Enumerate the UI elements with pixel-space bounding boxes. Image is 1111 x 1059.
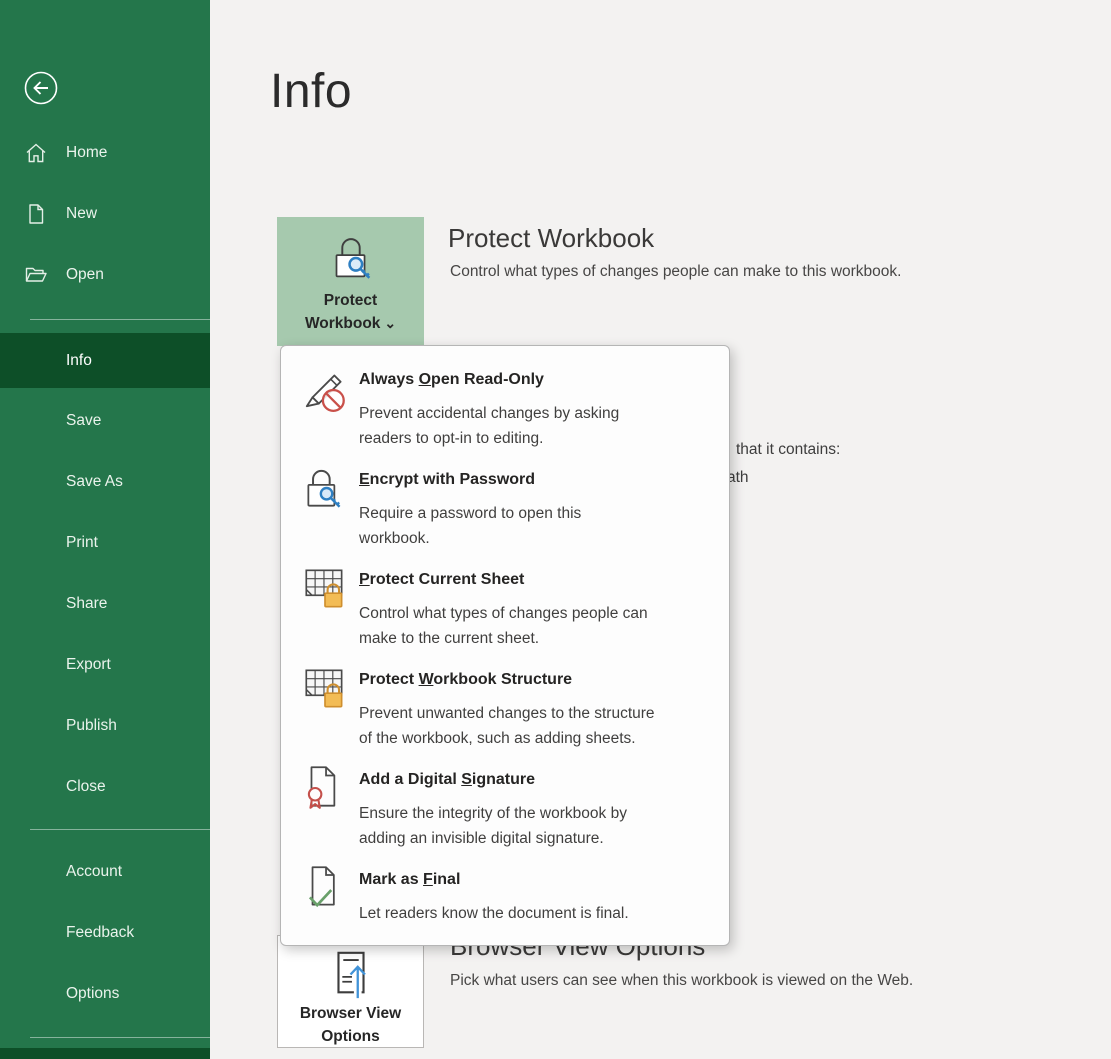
menu-item-description: Require a password to open this workbook…	[359, 501, 581, 551]
sidebar-divider	[30, 1037, 210, 1038]
sidebar-item-label: Info	[66, 352, 92, 370]
sheet-lock-icon	[299, 562, 351, 614]
menu-item-title: Always Open Read-Only	[359, 371, 544, 389]
pencil-blocked-icon	[299, 362, 351, 414]
sidebar-item-options[interactable]: Options	[0, 979, 210, 1009]
sidebar-divider	[30, 319, 210, 320]
digital-signature-icon	[299, 762, 351, 814]
sidebar-item-label: Open	[66, 266, 104, 284]
inspect-text-fragment: that it contains:	[736, 441, 840, 459]
sidebar-item-label: Save As	[66, 473, 123, 491]
open-folder-icon	[24, 263, 48, 287]
menu-item-description: Prevent unwanted changes to the structur…	[359, 701, 655, 751]
protect-section-heading: Protect Workbook	[448, 223, 654, 254]
sidebar-item-label: Feedback	[66, 924, 134, 942]
sidebar-item-label: Share	[66, 595, 107, 613]
chevron-down-icon: ⌄	[380, 315, 396, 331]
menu-item-title: Encrypt with Password	[359, 471, 535, 489]
sidebar-item-label: Publish	[66, 717, 117, 735]
inspect-bullet-fragment: ath	[727, 469, 749, 487]
protect-workbook-button[interactable]: Protect Workbook ⌄	[277, 217, 424, 346]
sidebar-bottom-strip	[0, 1048, 210, 1059]
lock-key-icon	[322, 229, 380, 287]
sidebar-item-label: Close	[66, 778, 106, 796]
menu-item-always-open-read-only[interactable]: Always Open Read-Only Prevent accidental…	[281, 358, 729, 458]
sidebar-item-feedback[interactable]: Feedback	[0, 918, 210, 948]
menu-item-add-digital-signature[interactable]: Add a Digital Signature Ensure the integ…	[281, 758, 729, 858]
menu-item-protect-current-sheet[interactable]: Protect Current Sheet Control what types…	[281, 558, 729, 658]
menu-item-encrypt-with-password[interactable]: Encrypt with Password Require a password…	[281, 458, 729, 558]
sidebar-item-save[interactable]: Save	[0, 406, 210, 436]
browser-tile-label: Browser View Options	[300, 1005, 401, 1045]
sidebar-item-label: Export	[66, 656, 111, 674]
sidebar-item-label: Home	[66, 144, 107, 162]
sidebar-item-new[interactable]: New	[0, 199, 210, 229]
menu-item-description: Ensure the integrity of the workbook by …	[359, 801, 627, 851]
menu-item-description: Control what types of changes people can…	[359, 601, 648, 651]
protect-section-description: Control what types of changes people can…	[450, 263, 901, 281]
sidebar-item-publish[interactable]: Publish	[0, 711, 210, 741]
sidebar-item-label: New	[66, 205, 97, 223]
protect-tile-label: Protect Workbook	[305, 292, 381, 332]
back-arrow-icon	[24, 71, 58, 105]
back-button[interactable]	[24, 71, 58, 105]
sidebar-item-close[interactable]: Close	[0, 772, 210, 802]
browser-view-options-button[interactable]: Browser View Options	[277, 935, 424, 1048]
sidebar-item-label: Print	[66, 534, 98, 552]
menu-item-mark-as-final[interactable]: Mark as Final Let readers know the docum…	[281, 858, 729, 938]
sidebar-item-label: Account	[66, 863, 122, 881]
menu-item-description: Prevent accidental changes by asking rea…	[359, 401, 619, 451]
sidebar-item-print[interactable]: Print	[0, 528, 210, 558]
browser-section-description: Pick what users can see when this workbo…	[450, 972, 913, 990]
sidebar-item-home[interactable]: Home	[0, 138, 210, 168]
sidebar-item-share[interactable]: Share	[0, 589, 210, 619]
sidebar-item-save-as[interactable]: Save As	[0, 467, 210, 497]
menu-item-protect-workbook-structure[interactable]: Protect Workbook Structure Prevent unwan…	[281, 658, 729, 758]
browser-view-icon	[322, 948, 380, 1000]
page-title: Info	[270, 64, 352, 119]
backstage-sidebar: Home New Open Info Save Save As	[0, 0, 210, 1059]
sidebar-item-label: Options	[66, 985, 119, 1003]
sidebar-item-account[interactable]: Account	[0, 857, 210, 887]
backstage-view: that it contains: ath Info Protect Workb…	[0, 0, 1111, 1059]
mark-final-icon	[299, 862, 351, 914]
menu-item-title: Protect Workbook Structure	[359, 671, 572, 689]
lock-key-icon	[299, 462, 351, 514]
home-icon	[24, 141, 48, 165]
menu-item-title: Protect Current Sheet	[359, 571, 524, 589]
menu-item-title: Mark as Final	[359, 871, 460, 889]
workbook-lock-icon	[299, 662, 351, 714]
sidebar-item-open[interactable]: Open	[0, 260, 210, 290]
sidebar-item-export[interactable]: Export	[0, 650, 210, 680]
menu-item-description: Let readers know the document is final.	[359, 901, 629, 926]
sidebar-divider	[30, 829, 210, 830]
protect-workbook-dropdown: Always Open Read-Only Prevent accidental…	[280, 345, 730, 946]
sidebar-item-label: Save	[66, 412, 101, 430]
menu-item-title: Add a Digital Signature	[359, 771, 535, 789]
sidebar-item-info[interactable]: Info	[0, 333, 210, 388]
new-document-icon	[24, 202, 48, 226]
